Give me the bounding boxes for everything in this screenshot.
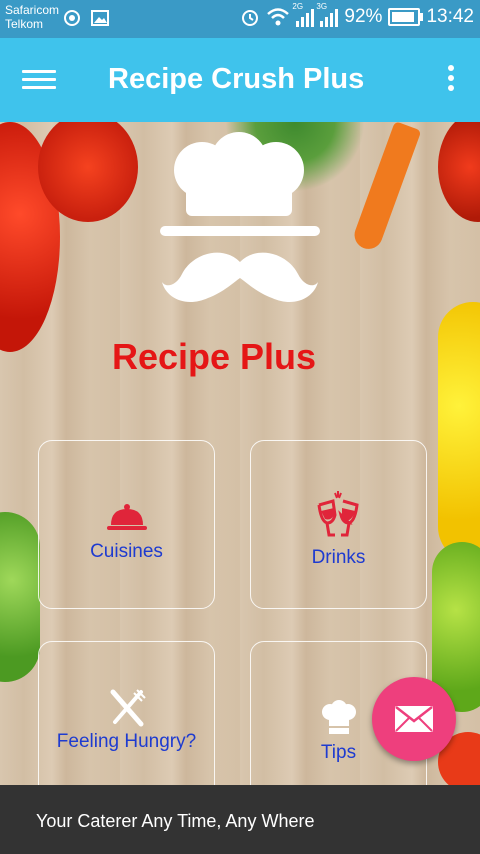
signal-3g-icon: 3G bbox=[316, 2, 339, 27]
app-bar: Recipe Crush Plus bbox=[0, 38, 480, 122]
more-vertical-icon[interactable] bbox=[446, 65, 456, 95]
carrier-2: Telkom bbox=[5, 17, 44, 31]
app-title: Recipe Crush Plus bbox=[108, 63, 365, 95]
tile-drinks[interactable]: Drinks bbox=[250, 440, 427, 609]
serving-cloche-icon bbox=[107, 504, 147, 530]
yellow-pepper-decoration bbox=[438, 302, 480, 562]
tile-label: Feeling Hungry? bbox=[56, 731, 197, 752]
tomato-decoration bbox=[38, 122, 138, 222]
tile-feeling-hungry[interactable]: Feeling Hungry? bbox=[38, 641, 215, 785]
hotspot-icon bbox=[64, 10, 80, 26]
clock: 13:42 bbox=[426, 6, 474, 27]
mail-icon bbox=[395, 706, 433, 732]
carrier-1: Safaricom bbox=[5, 3, 60, 17]
tile-label: Cuisines bbox=[90, 541, 163, 562]
tomato-decoration bbox=[438, 122, 480, 222]
battery-percent: 92% bbox=[344, 6, 383, 27]
wifi-icon bbox=[267, 8, 290, 26]
alarm-icon bbox=[242, 10, 259, 26]
mail-fab-button[interactable] bbox=[372, 677, 456, 761]
signal-2g-icon: 2G bbox=[292, 2, 315, 27]
wine-glasses-icon bbox=[317, 491, 359, 537]
fork-knife-icon bbox=[110, 689, 146, 727]
carrier-info: Safaricom Telkom bbox=[5, 3, 59, 31]
footer-tagline: Your Caterer Any Time, Any Where bbox=[36, 811, 315, 831]
tile-label: Drinks bbox=[311, 547, 366, 568]
status-bar: Safaricom Telkom 2G 3G 92% 13:42 bbox=[0, 0, 480, 38]
chef-hat-icon bbox=[322, 700, 356, 734]
footer-banner: Your Caterer Any Time, Any Where bbox=[0, 785, 480, 854]
tile-cuisines[interactable]: Cuisines bbox=[38, 440, 215, 609]
app-name-heading: Recipe Plus bbox=[111, 336, 317, 377]
hamburger-menu-icon[interactable] bbox=[22, 66, 56, 94]
image-icon bbox=[91, 10, 109, 26]
chef-hat-mustache-logo bbox=[160, 132, 320, 303]
battery-icon bbox=[388, 8, 424, 26]
cucumber-decoration bbox=[0, 512, 40, 682]
